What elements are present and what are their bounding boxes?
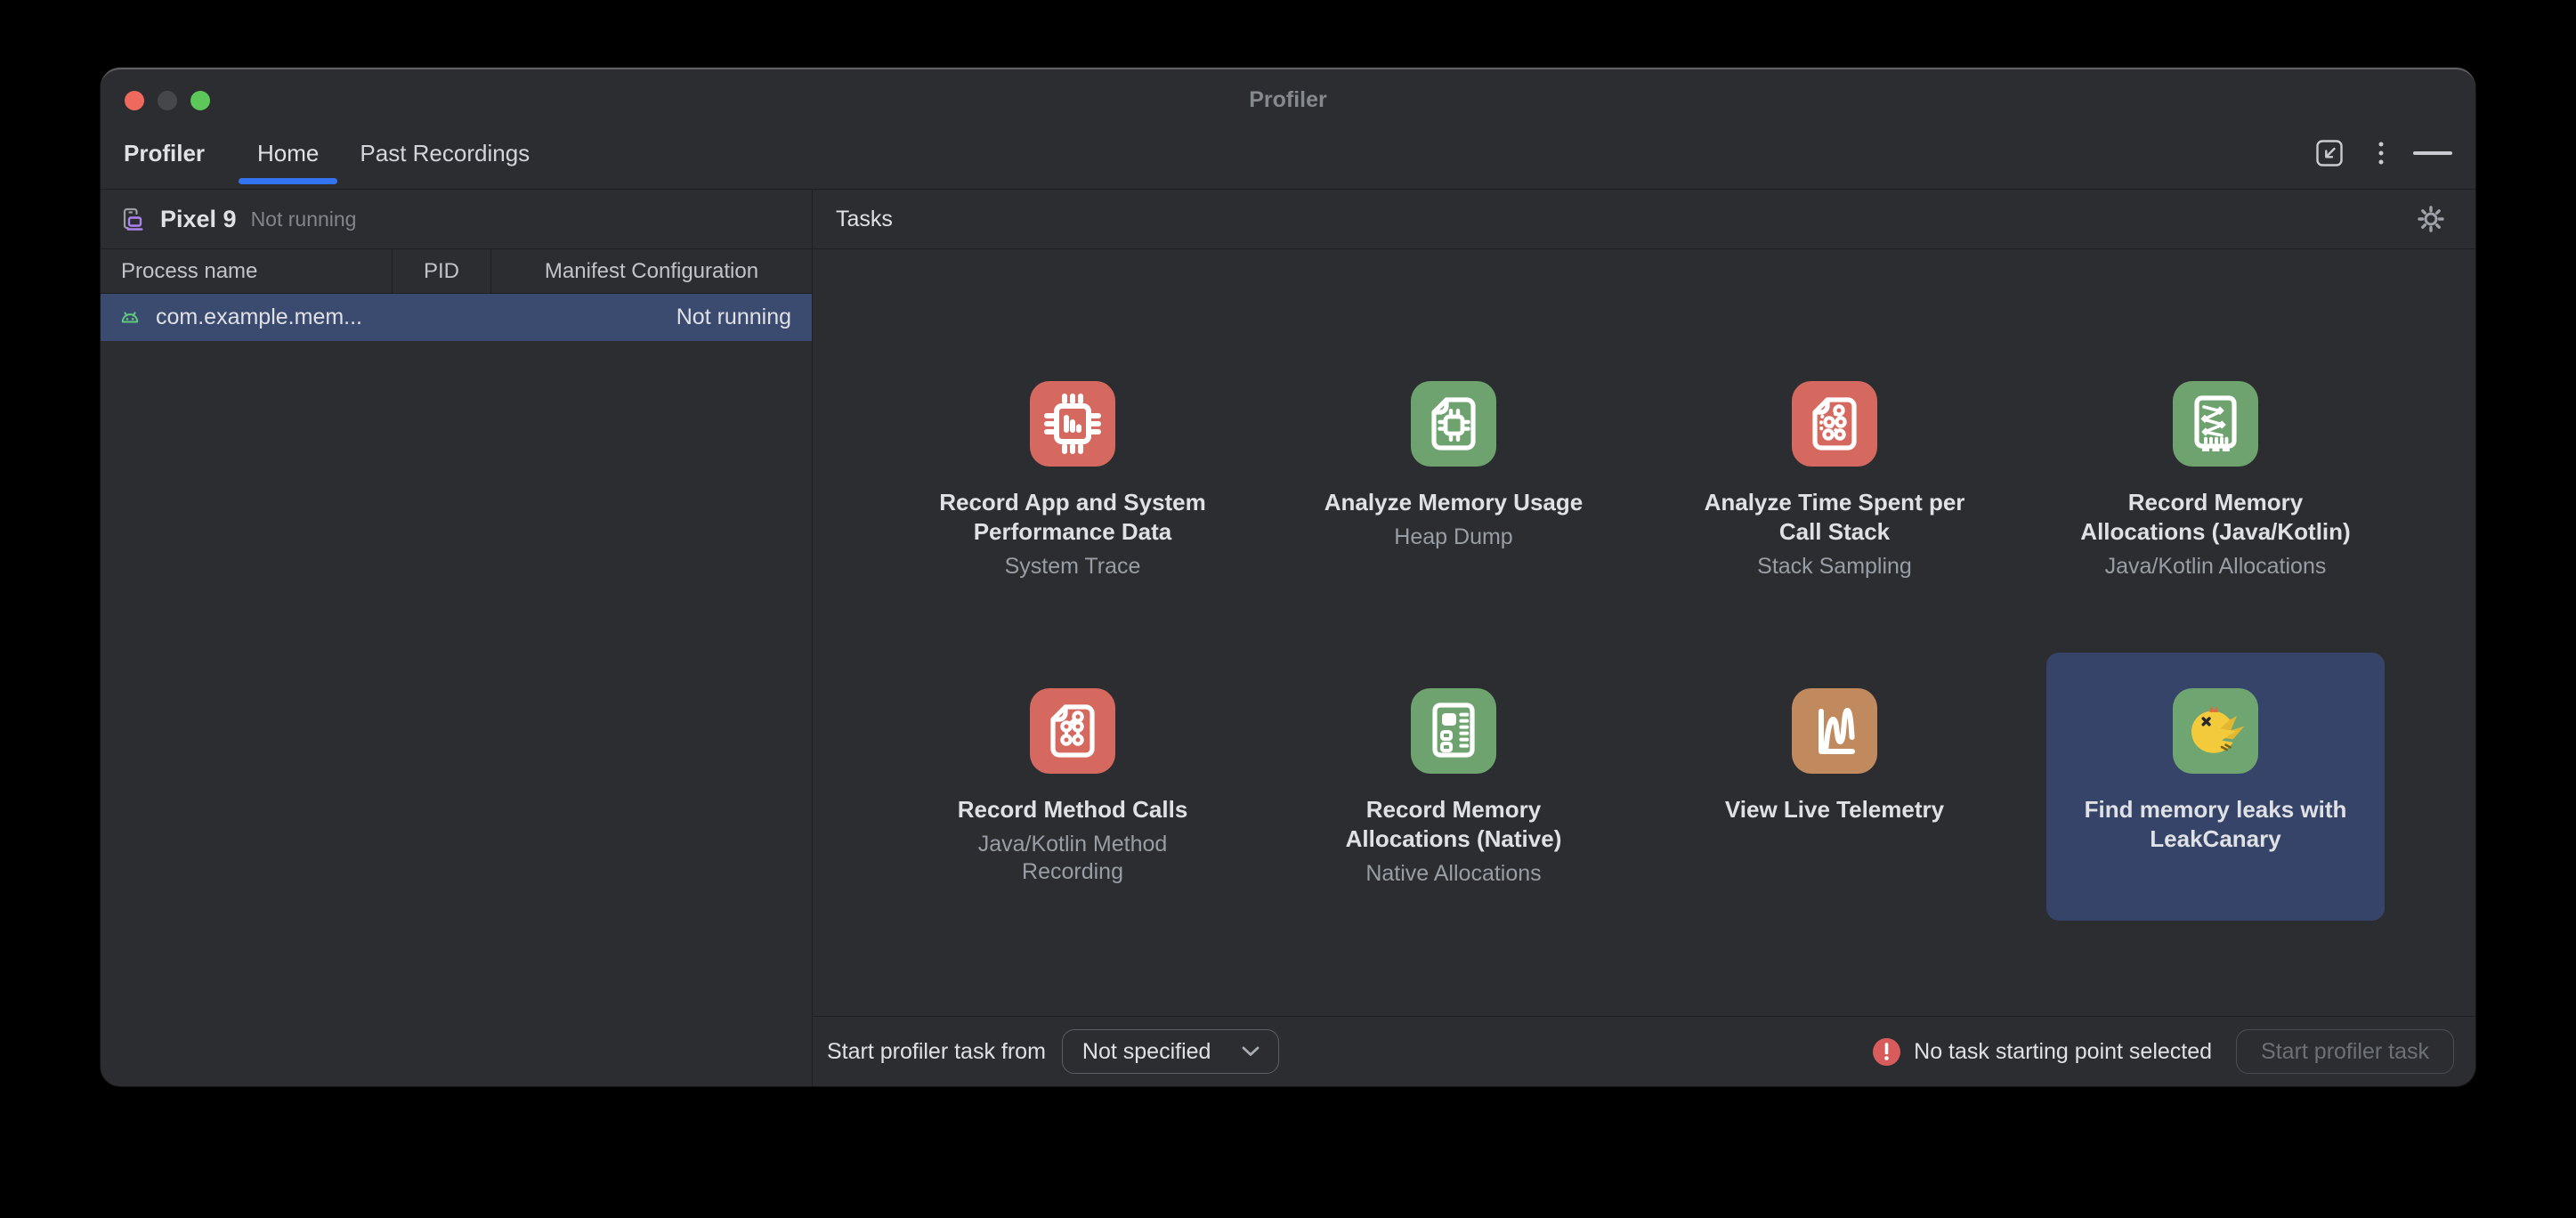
tab-home[interactable]: Home	[237, 118, 339, 189]
heap-dump-document-icon	[1411, 381, 1496, 467]
task-title: Record Method Calls	[958, 795, 1188, 824]
main-content: Pixel 9 Not running Process name PID Man…	[101, 190, 2475, 1086]
tasks-header-label: Tasks	[836, 207, 893, 232]
native-allocations-icon	[1411, 688, 1496, 774]
tabbar-actions	[2310, 134, 2452, 173]
task-subtitle: Java/Kotlin Method Recording	[939, 831, 1206, 886]
profiler-window: Profiler Profiler Home Past Recordings	[101, 68, 2475, 1086]
chevron-down-icon	[1241, 1045, 1260, 1058]
task-subtitle: Java/Kotlin Allocations	[2105, 553, 2327, 581]
device-panel: Pixel 9 Not running Process name PID Man…	[101, 190, 813, 1086]
dock-window-icon[interactable]	[2310, 134, 2349, 173]
process-table-header: Process name PID Manifest Configuration	[101, 249, 812, 294]
task-record-method-calls[interactable]: Record Method Calls Java/Kotlin Method R…	[903, 653, 1242, 921]
kebab-menu-icon[interactable]	[2376, 140, 2386, 166]
column-pid: PID	[392, 249, 491, 293]
task-title: Analyze Time Spent per Call Stack	[1683, 488, 1986, 547]
task-subtitle: Native Allocations	[1365, 860, 1541, 888]
process-row[interactable]: com.example.mem... Not running	[101, 294, 812, 341]
device-icon	[116, 203, 148, 235]
column-manifest-configuration: Manifest Configuration	[491, 249, 812, 293]
starting-point-value: Not specified	[1082, 1039, 1211, 1065]
tasks-panel: Tasks	[813, 190, 2475, 1086]
task-record-app-system-performance[interactable]: Record App and System Performance Data S…	[903, 345, 1242, 613]
task-analyze-time-spent[interactable]: Analyze Time Spent per Call Stack Stack …	[1665, 345, 2004, 613]
ram-allocations-icon	[2173, 381, 2258, 467]
gear-icon[interactable]	[2410, 198, 2452, 240]
tab-past-recordings-label: Past Recordings	[360, 140, 530, 167]
tab-past-recordings[interactable]: Past Recordings	[339, 118, 550, 189]
start-profiler-task-button[interactable]: Start profiler task	[2236, 1029, 2454, 1074]
zoom-window-button[interactable]	[190, 91, 210, 110]
device-status: Not running	[251, 207, 357, 231]
close-window-button[interactable]	[125, 91, 144, 110]
android-robot-icon	[116, 304, 144, 332]
task-find-memory-leaks-leakcanary[interactable]: Find memory leaks with LeakCanary	[2046, 653, 2385, 921]
task-title: View Live Telemetry	[1725, 795, 1944, 824]
task-subtitle: Heap Dump	[1394, 524, 1512, 551]
task-title: Record App and System Performance Data	[921, 488, 1224, 547]
callstack-document-icon	[1792, 381, 1877, 467]
minimize-window-button[interactable]	[158, 91, 177, 110]
leakcanary-bird-icon	[2173, 688, 2258, 774]
warning-icon	[1873, 1038, 1900, 1066]
task-record-allocations-native[interactable]: Record Memory Allocations (Native) Nativ…	[1284, 653, 1623, 921]
telemetry-wave-icon	[1792, 688, 1877, 774]
tab-home-label: Home	[257, 140, 319, 167]
task-title: Record Memory Allocations (Native)	[1315, 795, 1592, 854]
task-subtitle: System Trace	[1005, 553, 1141, 581]
tab-bar: Profiler Home Past Recordings	[101, 118, 2475, 190]
task-grid: Record App and System Performance Data S…	[813, 249, 2475, 1016]
titlebar: Profiler	[101, 69, 2475, 118]
device-name: Pixel 9	[160, 206, 237, 233]
task-view-live-telemetry[interactable]: View Live Telemetry	[1665, 653, 2004, 921]
hide-toolwindow-icon[interactable]	[2413, 151, 2452, 155]
method-calls-document-icon	[1030, 688, 1115, 774]
warning-text: No task starting point selected	[1914, 1039, 2212, 1065]
task-title: Analyze Memory Usage	[1324, 488, 1583, 517]
task-title: Record Memory Allocations (Java/Kotlin)	[2077, 488, 2354, 547]
process-name: com.example.mem...	[156, 304, 362, 330]
tool-window-label: Profiler	[124, 140, 205, 167]
footer-bar: Start profiler task from Not specified	[813, 1016, 2475, 1086]
tasks-header: Tasks	[813, 190, 2475, 249]
task-record-allocations-java-kotlin[interactable]: Record Memory Allocations (Java/Kotlin) …	[2046, 345, 2385, 613]
task-analyze-memory-usage[interactable]: Analyze Memory Usage Heap Dump	[1284, 345, 1623, 613]
device-row: Pixel 9 Not running	[101, 190, 812, 249]
task-subtitle: Stack Sampling	[1757, 553, 1912, 581]
window-controls	[125, 91, 210, 110]
column-process-name: Process name	[101, 249, 392, 293]
start-from-label: Start profiler task from	[827, 1039, 1046, 1065]
window-title: Profiler	[1249, 87, 1327, 113]
process-manifest-status: Not running	[676, 304, 791, 330]
footer-right: No task starting point selected Start pr…	[1873, 1029, 2454, 1074]
task-title: Find memory leaks with LeakCanary	[2064, 795, 2367, 854]
starting-point-dropdown[interactable]: Not specified	[1062, 1029, 1280, 1074]
cpu-performance-icon	[1030, 381, 1115, 467]
